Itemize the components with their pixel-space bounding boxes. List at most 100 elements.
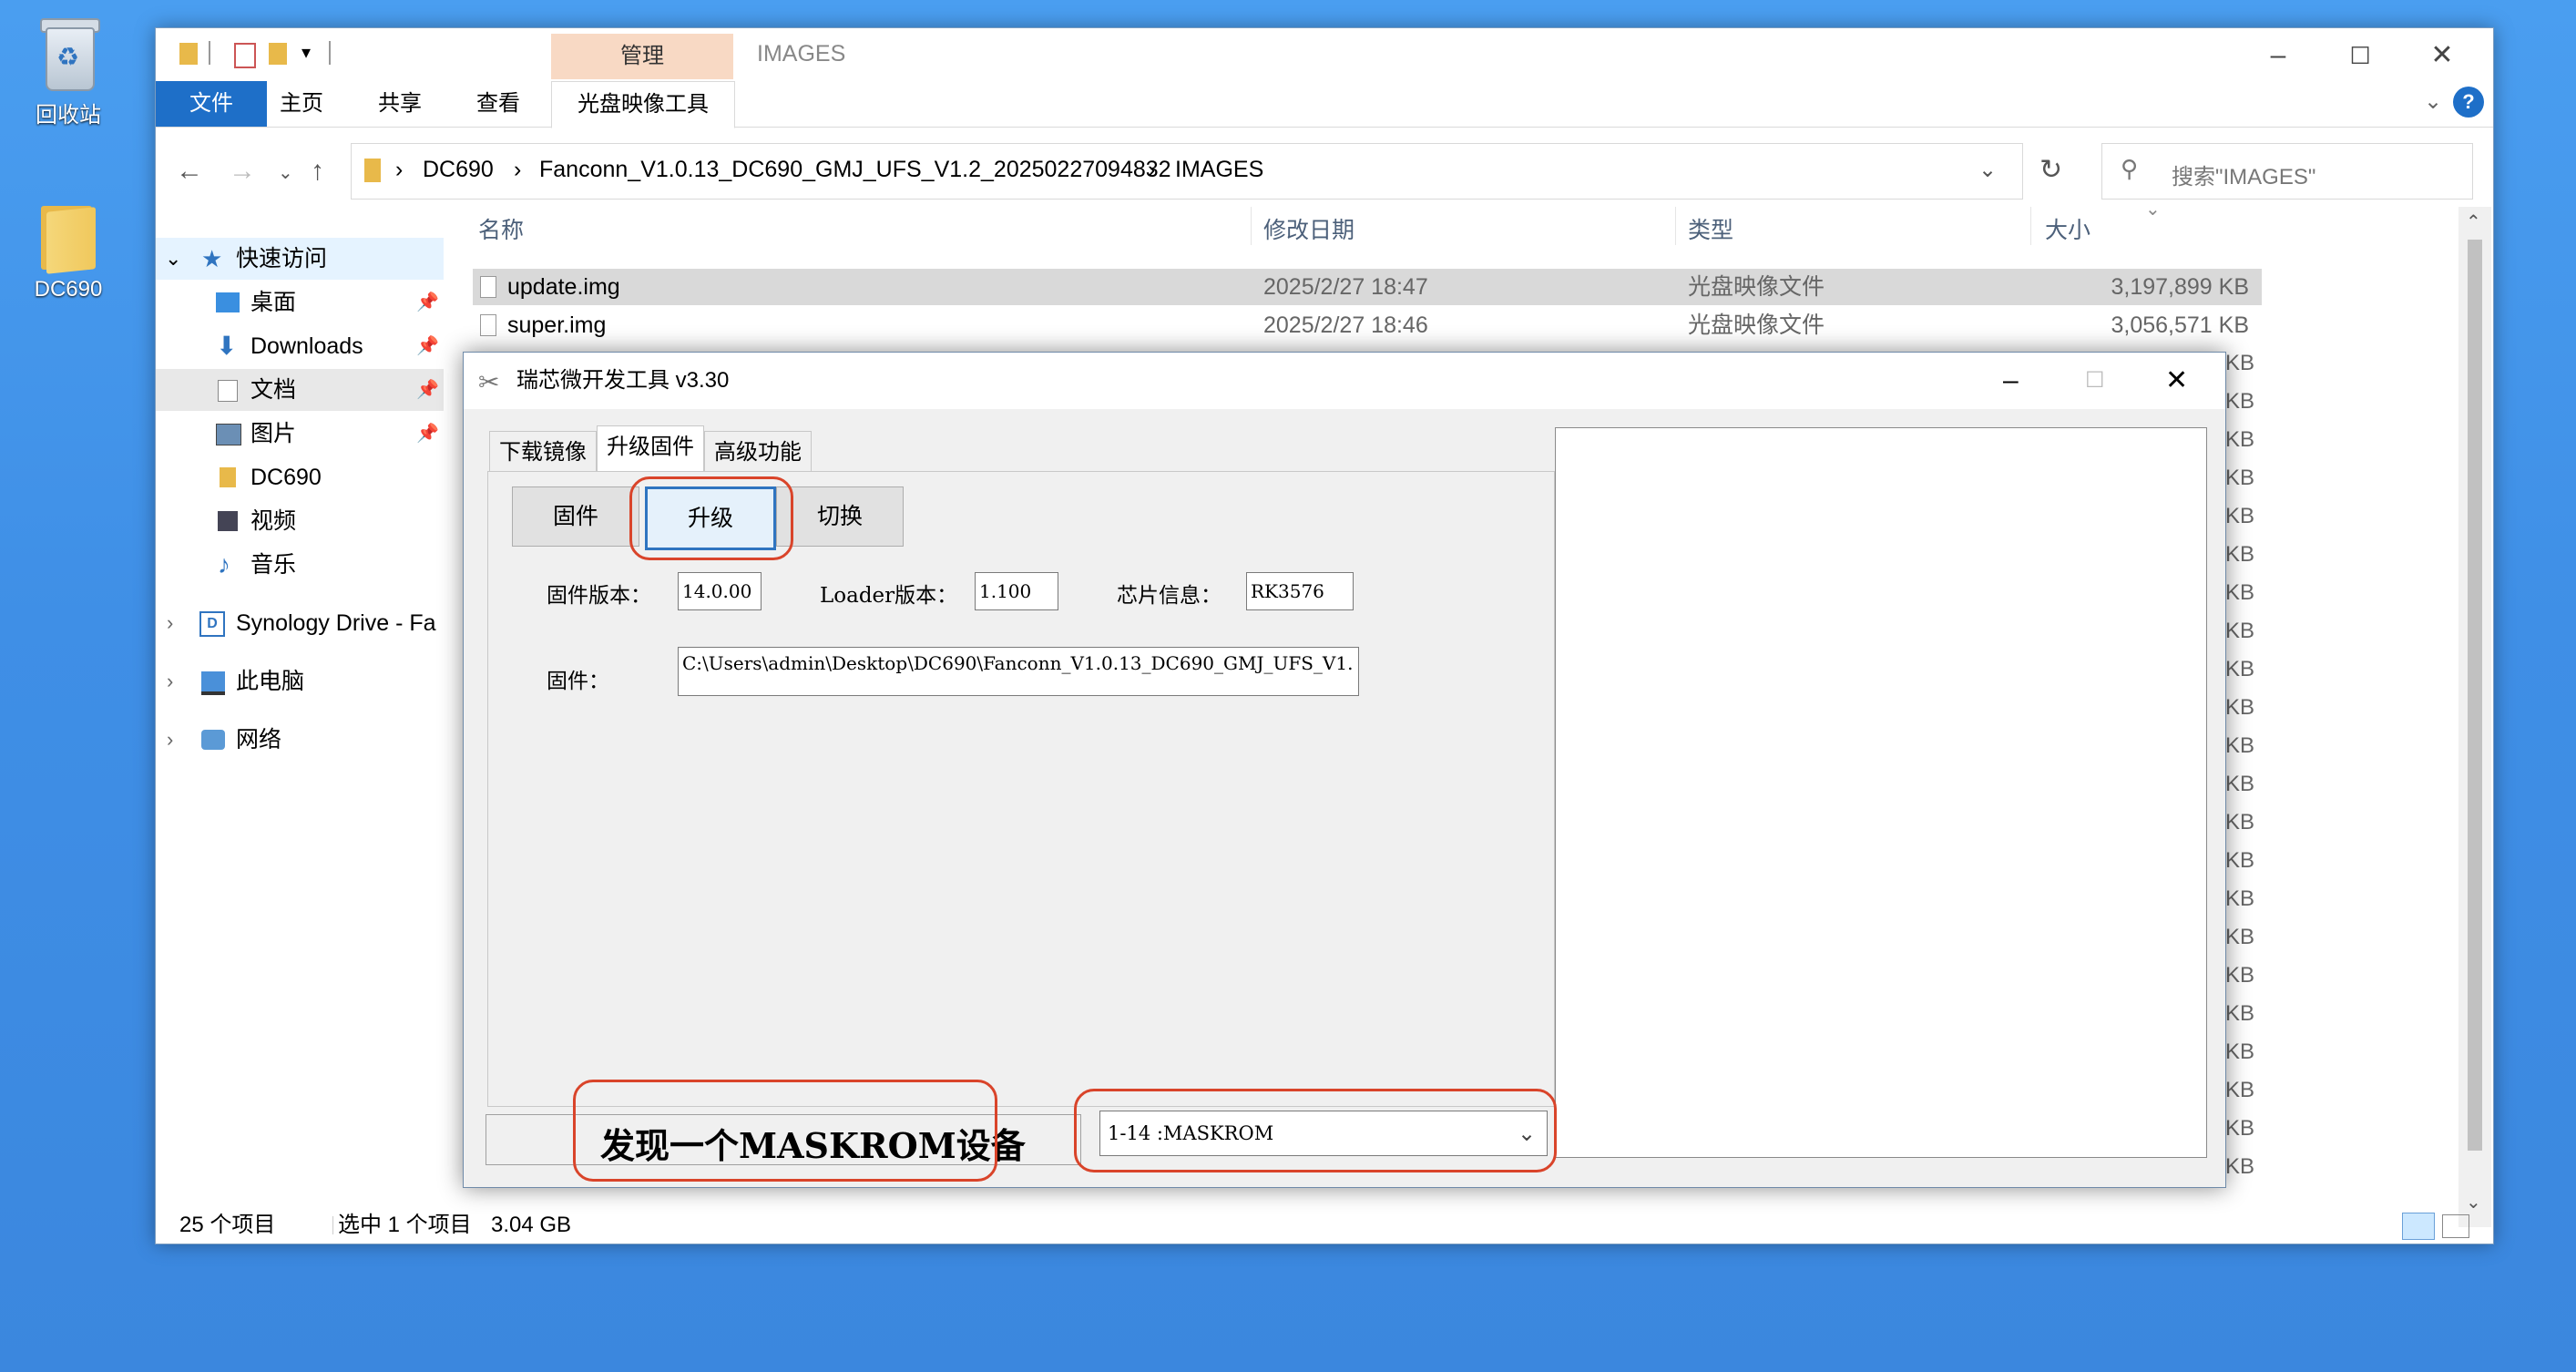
disc-image-file-icon <box>480 314 496 336</box>
disc-image-file-icon <box>480 276 496 298</box>
rk-window-title: 瑞芯微开发工具 v3.30 <box>516 368 730 393</box>
nav-this-pc[interactable]: › 此电脑 <box>156 660 444 702</box>
nav-item-videos[interactable]: 视频 <box>156 500 444 542</box>
firmware-path-label: 固件： <box>547 670 609 693</box>
vertical-scrollbar[interactable]: ⌃ ⌄ <box>2458 207 2491 1227</box>
nav-item-documents[interactable]: 文档 📌 <box>156 369 444 411</box>
size-unit-text: KB <box>2225 810 2255 834</box>
size-unit-text: KB <box>2225 925 2255 949</box>
pictures-icon <box>216 424 241 445</box>
rk-maximize-button[interactable]: ☐ <box>2085 353 2105 409</box>
size-unit-text: KB <box>2225 963 2255 988</box>
address-dropdown-icon[interactable]: ⌄ <box>1978 157 1997 183</box>
chip-info-label: 芯片信息： <box>1117 584 1222 608</box>
recycle-bin-desktop-icon[interactable]: ♻ 回收站 <box>9 15 128 128</box>
folder-icon <box>364 159 381 182</box>
switch-button[interactable]: 切换 <box>776 486 904 547</box>
tab-download-image[interactable]: 下载镜像 <box>489 431 597 474</box>
tab-home[interactable]: 主页 <box>263 81 340 127</box>
navigation-pane: ⌄ ★ 快速访问 桌面 📌 ⬇ Downloads 📌 文档 📌 图片 📌 DC… <box>156 238 444 1194</box>
explorer-title-bar[interactable]: ▾ 管理 IMAGES – ☐ ✕ <box>156 28 2493 79</box>
size-unit-text: KB <box>2225 1116 2255 1141</box>
document-icon <box>218 380 238 402</box>
search-icon: ⚲ <box>2121 155 2139 182</box>
nav-item-downloads[interactable]: ⬇ Downloads 📌 <box>156 325 444 367</box>
tab-disc-image-tools[interactable]: 光盘映像工具 <box>551 81 735 128</box>
breadcrumb-fanconn[interactable]: Fanconn_V1.0.13_DC690_GMJ_UFS_V1.2_20250… <box>539 157 1171 183</box>
column-name[interactable]: 名称 <box>478 212 524 245</box>
rk-close-button[interactable]: ✕ <box>2165 353 2188 409</box>
tab-file[interactable]: 文件 <box>156 81 267 127</box>
selected-count: 选中 1 个项目 <box>338 1213 472 1237</box>
file-name: update.img <box>507 274 620 300</box>
details-view-icon[interactable] <box>2402 1213 2435 1240</box>
nav-item-dc690[interactable]: DC690 <box>156 456 444 498</box>
pin-icon[interactable]: 📌 <box>416 413 439 455</box>
forward-arrow-icon[interactable]: → <box>229 156 256 187</box>
dc690-desktop-folder[interactable]: DC690 <box>9 200 128 302</box>
help-icon[interactable]: ? <box>2453 87 2484 118</box>
firmware-path-field[interactable]: C:\Users\admin\Desktop\DC690\Fanconn_V1.… <box>678 647 1359 696</box>
column-modified[interactable]: 修改日期 <box>1263 212 1354 245</box>
size-unit-text: KB <box>2225 504 2255 528</box>
scrollbar-thumb[interactable] <box>2468 240 2482 1151</box>
properties-icon[interactable] <box>234 43 256 68</box>
size-unit-text: KB <box>2225 848 2255 873</box>
tab-view[interactable]: 查看 <box>460 81 537 127</box>
annotation-ring-upgrade <box>629 476 793 560</box>
file-modified: 2025/2/27 18:46 <box>1263 312 1428 338</box>
music-note-icon: ♪ <box>218 550 230 578</box>
pin-icon[interactable]: 📌 <box>416 325 439 367</box>
nav-label: 网络 <box>236 727 282 753</box>
expand-ribbon-icon[interactable]: ⌄ <box>2424 88 2442 115</box>
column-type[interactable]: 类型 <box>1688 212 1733 245</box>
search-input[interactable]: ⚲ 搜索"IMAGES" <box>2101 143 2473 200</box>
size-unit-text: KB <box>2225 695 2255 720</box>
quick-access-dropdown-icon[interactable]: ▾ <box>302 41 311 64</box>
firmware-button[interactable]: 固件 <box>512 486 639 547</box>
size-unit-text: KB <box>2225 619 2255 643</box>
computer-icon <box>201 671 225 695</box>
rk-title-bar[interactable]: ✂ 瑞芯微开发工具 v3.30 – ☐ ✕ <box>464 353 2225 409</box>
column-size[interactable]: 大小 <box>2045 212 2090 245</box>
nav-item-desktop[interactable]: 桌面 📌 <box>156 282 444 323</box>
tab-share[interactable]: 共享 <box>362 81 438 127</box>
tab-upgrade-firmware[interactable]: 升级固件 <box>597 425 704 474</box>
item-count: 25 个项目 <box>179 1213 276 1237</box>
nav-quick-access[interactable]: ⌄ ★ 快速访问 <box>156 238 444 280</box>
minimize-button[interactable]: – <box>2251 37 2305 74</box>
chevron-right-icon: › <box>167 670 174 692</box>
size-unit-text: KB <box>2225 389 2255 414</box>
log-panel <box>1555 427 2207 1158</box>
table-row[interactable]: super.img 2025/2/27 18:46 光盘映像文件 3,056,5… <box>473 307 2262 343</box>
nav-label: 桌面 <box>250 290 297 315</box>
back-arrow-icon[interactable]: ← <box>176 156 203 187</box>
nav-item-music[interactable]: ♪ 音乐 <box>156 544 444 586</box>
breadcrumb-images[interactable]: IMAGES <box>1175 157 1263 183</box>
address-row: ← → ⌄ ↑ › DC690 › Fanconn_V1.0.13_DC690_… <box>156 143 2493 203</box>
pin-icon[interactable]: 📌 <box>416 369 439 411</box>
rk-minimize-button[interactable]: – <box>2003 353 2019 409</box>
file-size: 3,197,899 KB <box>2111 274 2249 300</box>
breadcrumb-dc690[interactable]: DC690 <box>423 157 494 183</box>
firmware-version-label: 固件版本： <box>547 584 651 608</box>
close-button[interactable]: ✕ <box>2415 37 2469 74</box>
table-row[interactable]: update.img 2025/2/27 18:47 光盘映像文件 3,197,… <box>473 269 2262 305</box>
refresh-icon[interactable]: ↻ <box>2039 154 2062 186</box>
address-bar[interactable]: › DC690 › Fanconn_V1.0.13_DC690_GMJ_UFS_… <box>351 143 2023 200</box>
recent-locations-icon[interactable]: ⌄ <box>278 161 293 184</box>
size-unit-text: KB <box>2225 657 2255 681</box>
folder-icon <box>220 467 236 487</box>
rk-dev-tool-window: ✂ 瑞芯微开发工具 v3.30 – ☐ ✕ 下载镜像 升级固件 高级功能 固件 … <box>463 352 2226 1188</box>
nav-synology-drive[interactable]: › D Synology Drive - Fa <box>156 602 444 644</box>
new-folder-icon[interactable] <box>269 43 287 65</box>
scroll-up-icon[interactable]: ⌃ <box>2466 210 2481 233</box>
tab-advanced[interactable]: 高级功能 <box>704 431 812 474</box>
nav-network[interactable]: › 网络 <box>156 719 444 761</box>
up-arrow-icon[interactable]: ↑ <box>311 156 324 187</box>
nav-item-pictures[interactable]: 图片 📌 <box>156 413 444 455</box>
pin-icon[interactable]: 📌 <box>416 282 439 323</box>
large-icons-view-icon[interactable] <box>2442 1214 2469 1238</box>
maximize-button[interactable]: ☐ <box>2333 37 2387 74</box>
size-unit-text: KB <box>2225 886 2255 911</box>
